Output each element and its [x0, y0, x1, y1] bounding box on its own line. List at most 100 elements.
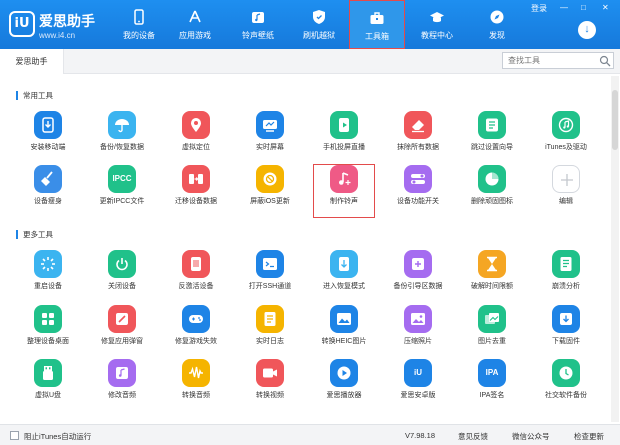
scrollbar-thumb[interactable] — [612, 90, 618, 150]
social-backup-icon — [552, 359, 580, 387]
icon-shape — [41, 171, 53, 186]
ipcc-icon: IPCC — [108, 165, 136, 193]
tool-gamepad[interactable]: 修复游戏失效 — [166, 305, 226, 357]
icon-shape — [486, 118, 498, 132]
nav-item-6[interactable]: 教程中心 — [409, 0, 465, 49]
nav-item-4[interactable]: 刷机越狱 — [291, 0, 347, 49]
tool-label: 进入恢复模式 — [323, 283, 365, 290]
tool-audio-edit[interactable]: 修改音频 — [92, 359, 152, 411]
tool-terminal[interactable]: 打开SSH通道 — [240, 250, 300, 302]
nav-item-3[interactable]: 铃声壁纸 — [230, 0, 286, 49]
tool-label: 抹除所有数据 — [397, 144, 439, 151]
tool-heic[interactable]: 转换HEIC图片 — [314, 305, 374, 357]
icon-shape — [189, 315, 203, 323]
tool-log[interactable]: 实时日志 — [240, 305, 300, 357]
tool-location[interactable]: 虚拟定位 — [166, 111, 226, 163]
tool-delete-icon[interactable]: 删除顽固图标 — [462, 165, 522, 217]
tool-label: 手机投屏直播 — [323, 144, 365, 151]
tool-toggle[interactable]: 设备功能开关 — [388, 165, 448, 217]
tool-recovery[interactable]: 进入恢复模式 — [314, 250, 374, 302]
tool-deactivate[interactable]: 反激活设备 — [166, 250, 226, 302]
icon-shape — [189, 366, 203, 379]
tool-repair[interactable]: 修复应用弹窗 — [92, 305, 152, 357]
tool-video[interactable]: 转换视频 — [240, 359, 300, 411]
tool-label: IPA签名 — [479, 392, 505, 399]
itunes-icon — [552, 111, 580, 139]
tool-label: 修复游戏失效 — [175, 338, 217, 345]
toggle-icon — [404, 165, 432, 193]
top-navigation-bar: iU 爱思助手 www.i4.cn 我的设备 应用游戏 铃声壁纸 刷机越狱 工具箱 教程中… — [0, 0, 620, 49]
tool-android[interactable]: iU 爱思安卓版 — [388, 359, 448, 411]
icon-shape — [263, 172, 277, 186]
search-input[interactable] — [503, 53, 597, 68]
app-name: 爱思助手 — [39, 13, 95, 29]
icon-shape — [41, 257, 55, 271]
feedback-link[interactable]: 意见反馈 — [458, 431, 488, 442]
tool-firmware[interactable]: 下载固件 — [536, 305, 596, 357]
tool-social-backup[interactable]: 社交软件备份 — [536, 359, 596, 411]
tool-compress[interactable]: 压缩照片 — [388, 305, 448, 357]
umbrella-icon — [108, 111, 136, 139]
tool-itunes[interactable]: iTunes及驱动 — [536, 111, 596, 163]
tool-cast[interactable]: 手机投屏直播 — [314, 111, 374, 163]
tool-dedupe[interactable]: 图片去重 — [462, 305, 522, 357]
tool-ipcc[interactable]: IPCC 更新IPCC文件 — [92, 165, 152, 217]
maximize-button[interactable]: □ — [581, 3, 586, 12]
tool-label: 关闭设备 — [108, 283, 136, 290]
tool-player[interactable]: 爱思播放器 — [314, 359, 374, 411]
tool-install[interactable]: 安装移动端 — [18, 111, 78, 163]
tool-label: 打开SSH通道 — [248, 283, 292, 290]
plus-icon — [552, 165, 580, 193]
compress-icon — [404, 305, 432, 333]
tool-label: 图片去重 — [478, 338, 506, 345]
tool-block-update[interactable]: 屏蔽iOS更新 — [240, 165, 300, 217]
music-icon — [252, 12, 264, 23]
download-icon[interactable]: ↓ — [578, 21, 596, 39]
tool-label: 跳过设置向导 — [471, 144, 513, 151]
block-itunes-label[interactable]: 阻止iTunes自动运行 — [24, 431, 91, 442]
tool-migrate[interactable]: 迁移设备数据 — [166, 165, 226, 217]
broom-icon — [34, 165, 62, 193]
nav-item-5[interactable]: 工具箱 — [349, 0, 405, 49]
android-icon: iU — [404, 359, 432, 387]
tool-usb[interactable]: 虚拟U盘 — [18, 359, 78, 411]
nav-label: 我的设备 — [123, 31, 155, 40]
nav-item-2[interactable]: 应用游戏 — [167, 0, 223, 49]
tool-ringtone[interactable]: 制作铃声 — [313, 164, 375, 218]
tool-crash[interactable]: 崩溃分析 — [536, 250, 596, 302]
tool-hourglass[interactable]: 破解时间限额 — [462, 250, 522, 302]
icon-shape — [116, 313, 128, 325]
tool-broom[interactable]: 设备瘦身 — [18, 165, 78, 217]
icon-shape — [411, 313, 425, 325]
tool-label: 转换音频 — [182, 392, 210, 399]
tool-ipa[interactable]: IPA IPA签名 — [462, 359, 522, 411]
tool-grid[interactable]: 整理设备桌面 — [18, 305, 78, 357]
tool-plus[interactable]: 编辑 — [536, 165, 596, 217]
check-update-link[interactable]: 检查更新 — [574, 431, 604, 442]
tool-screen[interactable]: 实时屏幕 — [240, 111, 300, 163]
skip-icon — [478, 111, 506, 139]
wechat-link[interactable]: 微信公众号 — [512, 431, 550, 442]
tool-skip[interactable]: 跳过设置向导 — [462, 111, 522, 163]
tool-audio-wave[interactable]: 转换音频 — [166, 359, 226, 411]
terminal-icon — [256, 250, 284, 278]
tool-power[interactable]: 关闭设备 — [92, 250, 152, 302]
tool-eraser[interactable]: 抹除所有数据 — [388, 111, 448, 163]
tool-backup-boot[interactable]: 备份引导区数据 — [388, 250, 448, 302]
icon-shape — [412, 120, 424, 133]
minimize-button[interactable]: — — [560, 3, 568, 12]
section-title-more-tools: 更多工具 — [16, 230, 53, 239]
ringtone-icon — [330, 165, 358, 193]
tool-restart[interactable]: 重启设备 — [18, 250, 78, 302]
backup-boot-icon — [404, 250, 432, 278]
block-itunes-checkbox[interactable] — [10, 431, 19, 440]
nav-item-7[interactable]: 发现 — [469, 0, 525, 49]
login-button[interactable]: 登录 — [531, 3, 547, 14]
tab-i4-assistant[interactable]: 爱思助手 — [0, 49, 64, 74]
nav-item-1[interactable]: 我的设备 — [111, 0, 167, 49]
deactivate-icon — [182, 250, 210, 278]
icon-shape — [339, 118, 349, 132]
close-button[interactable]: ✕ — [602, 3, 609, 12]
tool-umbrella[interactable]: 备份/恢复数据 — [92, 111, 152, 163]
search-icon[interactable] — [599, 55, 611, 67]
